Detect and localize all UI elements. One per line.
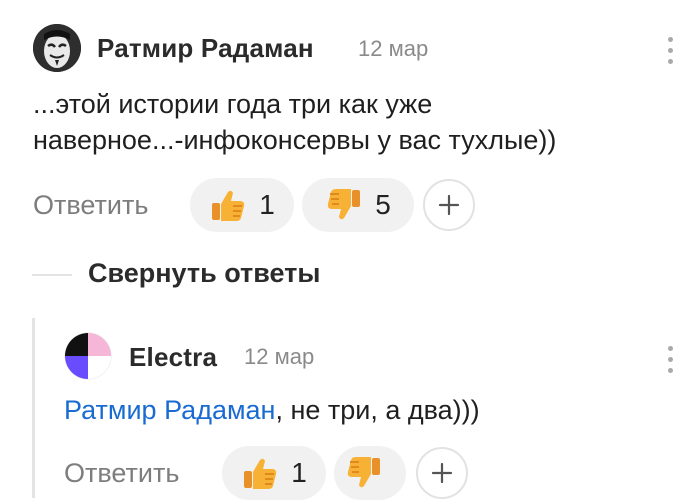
comment-text: Ратмир Радаман, не три, а два))) (64, 392, 480, 428)
like-count: 1 (259, 189, 275, 220)
thumbs-down-icon (347, 457, 380, 488)
thumbs-up-icon (212, 190, 245, 221)
plus-icon (431, 462, 453, 484)
plus-icon (438, 194, 460, 216)
dislike-count: 5 (375, 189, 391, 220)
like-count: 1 (291, 457, 307, 488)
thumbs-down-icon (328, 189, 361, 220)
thumbs-up-icon (244, 458, 277, 489)
reply-button[interactable]: Ответить (33, 190, 148, 221)
dislike-button[interactable]: 5 (302, 178, 414, 232)
collapse-replies-button[interactable]: Свернуть ответы (88, 258, 320, 289)
more-options-icon[interactable] (666, 37, 674, 64)
like-button[interactable]: 1 (222, 446, 326, 500)
comment-text-line: наверное...-инфоконсервы у вас тухлые)) (33, 125, 557, 155)
user-avatar[interactable] (33, 24, 81, 72)
comment-author[interactable]: Ратмир Радаман (97, 33, 314, 64)
comment-text-rest: , не три, а два))) (275, 395, 480, 425)
dislike-button[interactable] (334, 446, 406, 500)
quadrant-logo-icon (64, 332, 112, 380)
comment-date: 12 мар (358, 36, 429, 61)
anonymous-mask-icon (33, 24, 81, 72)
add-reaction-button[interactable] (416, 447, 468, 499)
mention-link[interactable]: Ратмир Радаман (64, 395, 275, 425)
like-button[interactable]: 1 (190, 178, 294, 232)
reply-button[interactable]: Ответить (64, 458, 179, 489)
reply-thread-line (32, 318, 35, 498)
more-options-icon[interactable] (666, 346, 674, 373)
comment-author[interactable]: Electra (129, 342, 217, 373)
comment-text: ...этой истории года три как уже наверно… (33, 86, 556, 158)
comment-text-line: ...этой истории года три как уже (33, 89, 433, 119)
user-avatar[interactable] (64, 332, 112, 380)
comment-date: 12 мар (244, 344, 315, 369)
collapse-divider (32, 274, 72, 276)
add-reaction-button[interactable] (423, 179, 475, 231)
